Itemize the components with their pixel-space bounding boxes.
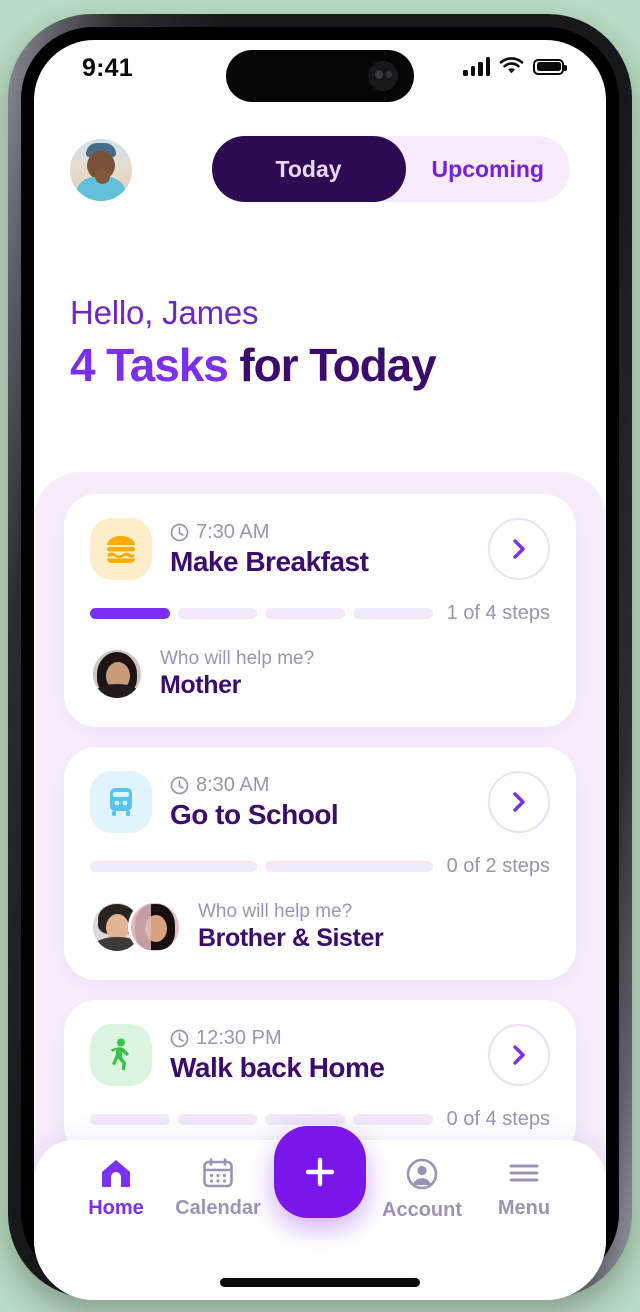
progress-segment	[265, 608, 345, 619]
chevron-right-icon	[513, 539, 525, 559]
tab-today[interactable]: Today	[211, 136, 406, 202]
progress-segment	[177, 608, 258, 619]
view-toggle: Today Upcoming	[211, 136, 570, 202]
dynamic-island	[226, 50, 414, 102]
task-title: Walk back Home	[170, 1051, 385, 1083]
task-time: 12:30 PM	[196, 1026, 282, 1049]
account-icon	[406, 1158, 438, 1190]
task-time: 8:30 AM	[196, 773, 270, 796]
task-time: 7:30 AM	[196, 520, 270, 543]
plus-icon	[305, 1157, 335, 1187]
clock-icon	[170, 523, 189, 541]
task-count: 4 Tasks	[70, 339, 229, 391]
nav-label-account: Account	[382, 1199, 462, 1221]
progress-segment	[90, 608, 170, 619]
nav-label-calendar: Calendar	[175, 1197, 261, 1219]
task-card[interactable]: 7:30 AM Make Breakfast 1 of 4 steps Who …	[64, 494, 576, 727]
progress-label: 0 of 2 steps	[446, 855, 550, 877]
task-card[interactable]: 8:30 AM Go to School 0 of 2 steps Who wi…	[64, 747, 576, 980]
cellular-signal-icon	[463, 57, 490, 76]
bottom-navigation-bar: Home Calendar Account Menu	[34, 1126, 606, 1300]
task-time-row: 8:30 AM	[170, 774, 488, 797]
wifi-icon	[499, 57, 524, 74]
nav-item-account[interactable]: Account	[374, 1158, 470, 1222]
task-card-text: 8:30 AM Go to School	[170, 774, 488, 831]
task-card-header: 12:30 PM Walk back Home	[90, 1024, 550, 1086]
helper-text-block: Who will help me? Brother & Sister	[198, 901, 384, 953]
greeting-hello: Hello, James	[70, 294, 259, 331]
task-list: 7:30 AM Make Breakfast 1 of 4 steps Who …	[34, 472, 606, 1177]
progress-segment	[90, 1114, 170, 1125]
nav-label-menu: Menu	[497, 1197, 551, 1219]
page-title-rest: for Today	[227, 339, 436, 391]
progress-segment	[352, 1114, 433, 1125]
helper-name: Mother	[160, 671, 241, 699]
nav-item-home[interactable]: Home	[68, 1158, 164, 1220]
helper-avatars	[90, 900, 182, 954]
task-progress-row: 0 of 2 steps	[90, 855, 550, 878]
task-progress-row: 1 of 4 steps	[90, 602, 550, 625]
task-time-row: 7:30 AM	[170, 521, 488, 544]
home-icon	[102, 1160, 130, 1187]
helper-name: Brother & Sister	[198, 924, 384, 952]
walking-person-icon	[90, 1024, 152, 1086]
task-card-header: 7:30 AM Make Breakfast	[90, 518, 550, 580]
chevron-right-icon	[513, 792, 525, 812]
progress-segment	[90, 861, 258, 872]
task-card-text: 12:30 PM Walk back Home	[170, 1027, 488, 1084]
clock-icon	[170, 1029, 189, 1047]
menu-icon	[509, 1164, 539, 1182]
phone-screen: 9:41 Today Upcoming Hello, James 4 Tasks…	[34, 40, 606, 1300]
page-title: 4 Tasks for Today	[70, 338, 437, 392]
task-open-button[interactable]	[488, 1024, 550, 1086]
progress-segment	[177, 1114, 258, 1125]
task-helper-row: Who will help me? Mother	[90, 647, 550, 701]
helper-avatars	[90, 647, 144, 701]
nav-item-calendar[interactable]: Calendar	[170, 1158, 266, 1220]
progress-track	[90, 1114, 433, 1125]
task-time-row: 12:30 PM	[170, 1027, 488, 1050]
progress-label: 1 of 4 steps	[446, 602, 550, 624]
helper-avatar	[90, 647, 144, 701]
task-helper-row: Who will help me? Brother & Sister	[90, 900, 550, 954]
task-card-header: 8:30 AM Go to School	[90, 771, 550, 833]
progress-segment	[352, 608, 433, 619]
task-title: Go to School	[170, 798, 339, 830]
add-task-button[interactable]	[274, 1126, 366, 1218]
chevron-right-icon	[513, 1045, 525, 1065]
battery-icon	[533, 58, 567, 75]
nav-label-home: Home	[88, 1197, 144, 1219]
helper-text-block: Who will help me? Mother	[160, 648, 314, 700]
clock-icon	[170, 776, 189, 794]
task-open-button[interactable]	[488, 771, 550, 833]
status-bar-time: 9:41	[82, 54, 133, 82]
progress-track	[90, 608, 433, 619]
phone-device-frame: 9:41 Today Upcoming Hello, James 4 Tasks…	[8, 14, 632, 1300]
status-bar: 9:41	[34, 40, 606, 102]
avatar[interactable]	[70, 139, 132, 201]
tab-upcoming[interactable]: Upcoming	[406, 136, 570, 202]
progress-track	[90, 861, 433, 872]
helper-question: Who will help me?	[198, 901, 353, 922]
app-header: Today Upcoming	[34, 136, 606, 216]
helper-avatar	[128, 900, 182, 954]
nav-item-menu[interactable]: Menu	[476, 1158, 572, 1220]
hamburger-icon	[90, 518, 152, 580]
greeting-block: Hello, James 4 Tasks for Today	[70, 294, 437, 392]
task-card-text: 7:30 AM Make Breakfast	[170, 521, 488, 578]
progress-label: 0 of 4 steps	[446, 1108, 550, 1130]
task-open-button[interactable]	[488, 518, 550, 580]
bus-icon	[90, 771, 152, 833]
progress-segment	[265, 861, 433, 872]
helper-question: Who will help me?	[160, 648, 315, 669]
calendar-icon	[203, 1158, 233, 1188]
progress-segment	[265, 1114, 345, 1125]
status-bar-icons	[463, 57, 567, 76]
task-title: Make Breakfast	[170, 545, 369, 577]
front-camera-icon	[368, 61, 398, 91]
home-indicator	[220, 1278, 420, 1287]
